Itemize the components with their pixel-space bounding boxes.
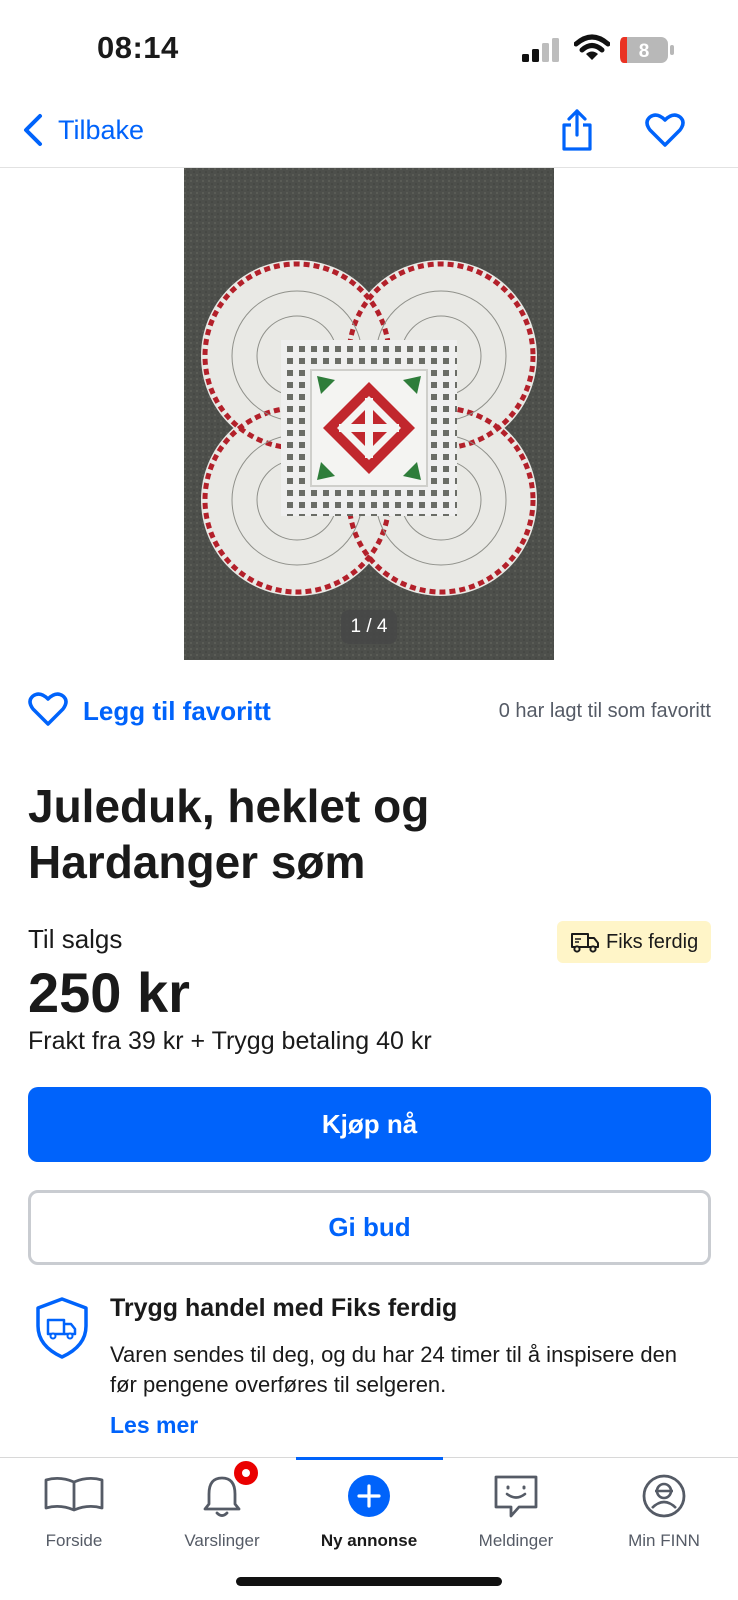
tab-label: Varslinger bbox=[184, 1531, 260, 1550]
tab-forside[interactable]: Forside bbox=[0, 1458, 148, 1558]
shield-truck-icon bbox=[36, 1297, 88, 1359]
listing-title: Juleduk, heklet og Hardanger søm bbox=[28, 780, 430, 888]
truck-icon bbox=[571, 933, 599, 953]
battery-icon: 8 bbox=[620, 37, 674, 63]
chat-icon bbox=[494, 1475, 538, 1518]
cellular-signal-icon bbox=[522, 38, 559, 62]
status-bar: 08:14 8 bbox=[0, 0, 738, 100]
tab-label: Forside bbox=[45, 1531, 103, 1550]
read-more-link[interactable]: Les mer bbox=[110, 1412, 198, 1439]
chevron-left-icon bbox=[24, 114, 42, 146]
profile-icon bbox=[642, 1474, 686, 1518]
fiks-ferdig-badge: Fiks ferdig bbox=[557, 921, 711, 963]
shipping-info: Frakt fra 39 kr + Trygg betaling 40 kr bbox=[28, 1027, 432, 1055]
favorite-count: 0 har lagt til som favoritt bbox=[498, 700, 711, 722]
book-icon bbox=[44, 1477, 104, 1512]
doily-photo bbox=[184, 168, 554, 660]
plus-circle-icon bbox=[348, 1475, 390, 1517]
tab-ny-annonse[interactable]: Ny annonse bbox=[295, 1458, 443, 1558]
image-counter: 1 / 4 bbox=[341, 610, 397, 644]
buy-now-button[interactable]: Kjøp nå bbox=[28, 1087, 711, 1162]
back-label: Tilbake bbox=[58, 114, 145, 145]
nav-header: Tilbake bbox=[0, 100, 738, 168]
heart-icon[interactable] bbox=[645, 112, 685, 148]
listing-image[interactable] bbox=[184, 168, 554, 660]
badge-label: Fiks ferdig bbox=[606, 930, 699, 953]
tab-varslinger[interactable]: Varslinger bbox=[148, 1458, 296, 1558]
battery-level: 8 bbox=[639, 41, 650, 62]
sale-label: Til salgs bbox=[28, 924, 123, 954]
heart-outline-icon[interactable] bbox=[28, 690, 68, 728]
trygg-handel-text: Varen sendes til deg, og du har 24 timer… bbox=[110, 1342, 678, 1397]
tab-label: Ny annonse bbox=[320, 1531, 418, 1550]
tab-meldinger[interactable]: Meldinger bbox=[442, 1458, 590, 1558]
wifi-icon bbox=[574, 34, 610, 60]
notification-badge bbox=[232, 1459, 260, 1487]
status-time: 08:14 bbox=[97, 30, 179, 65]
home-indicator bbox=[236, 1577, 502, 1586]
share-icon[interactable] bbox=[560, 108, 594, 152]
favorite-row: Legg til favoritt 0 har lagt til som fav… bbox=[28, 690, 711, 734]
trygg-handel-title: Trygg handel med Fiks ferdig bbox=[110, 1294, 458, 1322]
tab-label: Meldinger bbox=[478, 1531, 554, 1550]
back-button[interactable]: Tilbake bbox=[20, 112, 144, 148]
add-favorite-link[interactable]: Legg til favoritt bbox=[83, 696, 271, 727]
make-bid-button[interactable]: Gi bud bbox=[28, 1190, 711, 1265]
price: 250 kr bbox=[28, 961, 190, 1024]
tab-label: Min FINN bbox=[628, 1531, 700, 1550]
tab-min-finn[interactable]: Min FINN bbox=[590, 1458, 738, 1558]
